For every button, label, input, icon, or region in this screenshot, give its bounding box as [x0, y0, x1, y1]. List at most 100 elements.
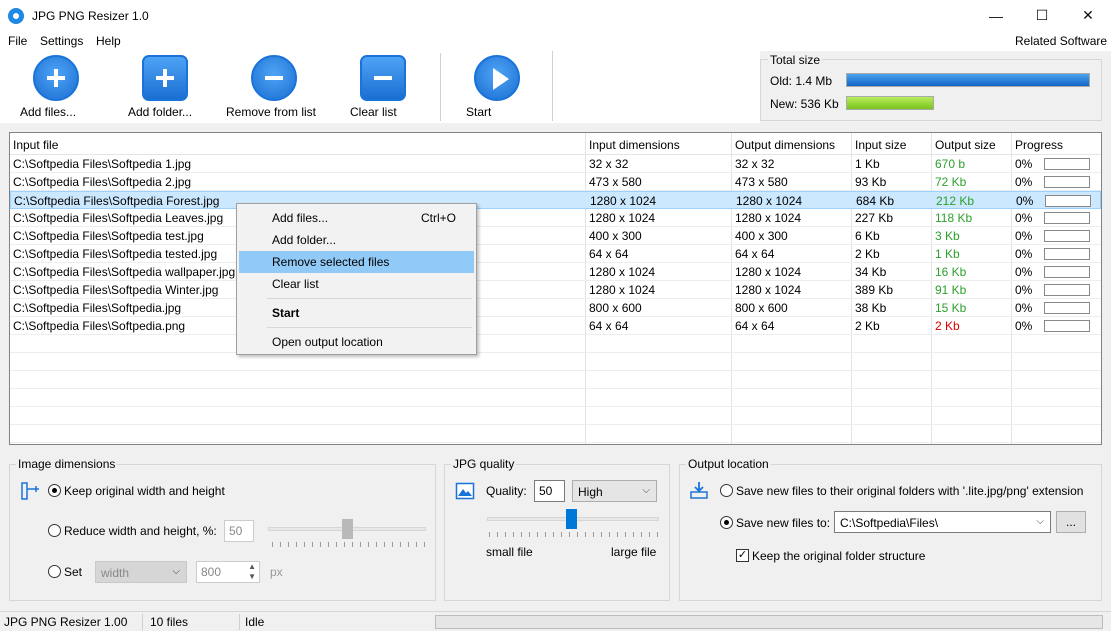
- ctx-add-files-shortcut: Ctrl+O: [420, 211, 456, 225]
- column-input-dimensions[interactable]: Input dimensions: [589, 138, 680, 152]
- column-output-size[interactable]: Output size: [935, 138, 996, 152]
- clear-list-button[interactable]: Clear list: [350, 55, 416, 119]
- table-row[interactable]: C:\Softpedia Files\Softpedia 1.jpg 32 x 3…: [10, 155, 1101, 173]
- overall-progress-bar: [435, 615, 1103, 629]
- table-row[interactable]: C:\Softpedia Files\Softpedia 2.jpg 473 x …: [10, 173, 1101, 191]
- remove-icon: [251, 55, 297, 101]
- minimize-button[interactable]: —: [973, 0, 1019, 31]
- row-progress-bar: [1044, 302, 1090, 314]
- cell-input-size: 2 Kb: [855, 247, 880, 261]
- column-progress[interactable]: Progress: [1015, 138, 1063, 152]
- cell-input-size: 38 Kb: [855, 301, 887, 315]
- cell-output-size: 670 b: [935, 157, 966, 171]
- cell-input-file: C:\Softpedia Files\Softpedia test.jpg: [13, 229, 204, 243]
- keep-original-label: Keep original width and height: [64, 484, 225, 498]
- menu-help[interactable]: Help: [96, 34, 121, 48]
- menu-file[interactable]: File: [8, 34, 27, 48]
- image-dimensions-title: Image dimensions: [16, 457, 118, 471]
- ctx-open-output[interactable]: Open output location: [239, 331, 474, 353]
- cell-input-size: 1 Kb: [855, 157, 880, 171]
- add-files-button[interactable]: Add files...: [20, 55, 92, 119]
- jpg-quality-title: JPG quality: [451, 457, 517, 471]
- original-folders-label: Save new files to their original folders…: [736, 484, 1084, 498]
- add-folder-button[interactable]: Add folder...: [128, 55, 202, 119]
- row-progress-bar: [1044, 320, 1090, 332]
- cell-output-dimensions: 1280 x 1024: [735, 265, 802, 279]
- ctx-separator: [267, 327, 472, 328]
- unit-label: px: [270, 565, 283, 579]
- empty-row: [10, 407, 1101, 425]
- ctx-start[interactable]: Start: [239, 302, 474, 324]
- cell-input-dimensions: 800 x 600: [589, 301, 642, 315]
- start-button[interactable]: Start: [466, 55, 528, 119]
- file-list-table[interactable]: Input file Input dimensions Output dimen…: [9, 132, 1102, 445]
- output-path-select[interactable]: C:\Softpedia\Files\ ⌵: [834, 511, 1051, 533]
- table-row[interactable]: C:\Softpedia Files\Softpedia wallpaper.j…: [10, 263, 1101, 281]
- original-folders-radio[interactable]: [720, 484, 733, 497]
- status-file-count: 10 files: [150, 615, 189, 629]
- spinner-arrows-icon[interactable]: ▲ ▼: [248, 562, 256, 582]
- new-size-label: New: 536 Kb: [770, 97, 839, 111]
- output-path-value: C:\Softpedia\Files\: [840, 516, 939, 530]
- table-header: Input file Input dimensions Output dimen…: [10, 133, 1101, 155]
- cell-output-size: 1 Kb: [935, 247, 960, 261]
- ctx-add-files[interactable]: Add files... Ctrl+O: [239, 207, 474, 229]
- quality-slider-thumb[interactable]: [566, 509, 577, 529]
- maximize-button[interactable]: ☐: [1019, 0, 1065, 31]
- keep-original-radio[interactable]: [48, 484, 61, 497]
- column-input-size[interactable]: Input size: [855, 138, 906, 152]
- column-output-dimensions[interactable]: Output dimensions: [735, 138, 835, 152]
- table-row[interactable]: C:\Softpedia Files\Softpedia test.jpg 400…: [10, 227, 1101, 245]
- row-progress-bar: [1044, 284, 1090, 296]
- cell-input-file: C:\Softpedia Files\Softpedia.jpg: [13, 301, 182, 315]
- reduce-slider-thumb[interactable]: [342, 519, 353, 539]
- cell-input-size: 684 Kb: [856, 194, 895, 208]
- toolbar: Add files... Add folder... Remove from l…: [0, 51, 760, 123]
- keep-structure-checkbox[interactable]: ✓: [736, 549, 749, 562]
- quality-input[interactable]: 50: [534, 480, 565, 502]
- close-button[interactable]: ✕: [1065, 0, 1111, 31]
- save-to-radio[interactable]: [720, 516, 733, 529]
- cell-input-dimensions: 64 x 64: [589, 247, 629, 261]
- table-row[interactable]: C:\Softpedia Files\Softpedia.png 64 x 64 6…: [10, 317, 1101, 335]
- menu-related-software[interactable]: Related Software: [1015, 34, 1107, 48]
- remove-from-list-button[interactable]: Remove from list: [226, 55, 322, 119]
- set-value-spinner[interactable]: 800 ▲ ▼: [196, 561, 260, 583]
- menu-settings[interactable]: Settings: [40, 34, 83, 48]
- cell-output-size: 212 Kb: [936, 194, 975, 208]
- set-dimension-select[interactable]: width ⌵: [95, 561, 187, 583]
- cell-progress: 0%: [1015, 283, 1033, 297]
- ctx-add-folder[interactable]: Add folder...: [239, 229, 474, 251]
- cell-output-dimensions: 64 x 64: [735, 247, 775, 261]
- quality-preset-select[interactable]: High ⌵: [572, 480, 657, 502]
- jpg-quality-group: JPG quality Quality: 50 High ⌵ small fil…: [444, 457, 670, 601]
- cell-input-dimensions: 1280 x 1024: [589, 283, 656, 297]
- ctx-open-output-label: Open output location: [272, 335, 383, 349]
- column-input-file[interactable]: Input file: [13, 138, 58, 152]
- cell-progress: 0%: [1015, 157, 1033, 171]
- ctx-clear-list[interactable]: Clear list: [239, 273, 474, 295]
- status-divider: [142, 614, 143, 630]
- cell-input-dimensions: 1280 x 1024: [590, 194, 657, 208]
- table-row[interactable]: C:\Softpedia Files\Softpedia Forest.jpg 1…: [10, 191, 1101, 209]
- row-progress-bar: [1044, 212, 1090, 224]
- old-size-label: Old: 1.4 Mb: [770, 74, 833, 88]
- ctx-remove-selected[interactable]: Remove selected files: [239, 251, 474, 273]
- browse-button[interactable]: ...: [1056, 511, 1086, 533]
- cell-input-size: 93 Kb: [855, 175, 887, 189]
- cell-input-file: C:\Softpedia Files\Softpedia wallpaper.j…: [13, 265, 236, 279]
- table-row[interactable]: C:\Softpedia Files\Softpedia tested.jpg 6…: [10, 245, 1101, 263]
- table-row[interactable]: C:\Softpedia Files\Softpedia.jpg 800 x 60…: [10, 299, 1101, 317]
- reduce-radio[interactable]: [48, 524, 61, 537]
- add-icon: [33, 55, 79, 101]
- small-file-label: small file: [486, 545, 533, 559]
- cell-input-file: C:\Softpedia Files\Softpedia Forest.jpg: [14, 194, 220, 208]
- table-row[interactable]: C:\Softpedia Files\Softpedia Leaves.jpg 1…: [10, 209, 1101, 227]
- reduce-percent-input[interactable]: 50: [224, 520, 254, 542]
- row-progress-bar: [1045, 195, 1091, 207]
- table-row[interactable]: C:\Softpedia Files\Softpedia Winter.jpg 1…: [10, 281, 1101, 299]
- status-app-version: JPG PNG Resizer 1.00: [4, 615, 128, 629]
- set-radio[interactable]: [48, 565, 61, 578]
- cell-output-dimensions: 400 x 300: [735, 229, 788, 243]
- cell-progress: 0%: [1015, 301, 1033, 315]
